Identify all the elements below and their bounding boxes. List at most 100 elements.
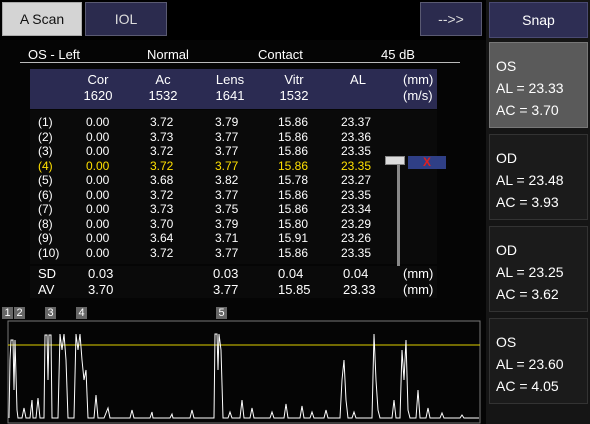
cell-n: (1): [38, 115, 53, 129]
sd-row: SD 0.03 0.03 0.04 0.04 (mm): [30, 266, 437, 282]
gate-marker-2[interactable]: 2: [14, 307, 25, 319]
table-row[interactable]: (4) 0.00 3.72 3.77 15.86 23.35: [30, 158, 437, 173]
tab-a-scan[interactable]: A Scan: [2, 2, 82, 36]
cell-vitr: 15.86: [278, 115, 309, 129]
cell-lens: 3.79: [215, 115, 239, 129]
cell-lens: 3.79: [215, 216, 239, 231]
cell-ac: 3.72: [150, 187, 174, 202]
col-vitr-label: Vitr: [284, 72, 304, 87]
table-row[interactable]: (1) 0.00 3.72 3.79 15.86 23.37: [30, 115, 437, 129]
cell-ac: 3.72: [150, 115, 174, 129]
a-scan-main: OS - Left Normal Contact 45 dB Cor 1620 …: [0, 40, 486, 424]
cell-lens: 3.82: [215, 173, 239, 187]
cell-vitr: 15.86: [278, 187, 309, 202]
table-row[interactable]: (6) 0.00 3.72 3.77 15.86 23.35: [30, 187, 437, 202]
gate-marker-4[interactable]: 4: [76, 307, 87, 319]
gain-label: 45 dB: [381, 47, 415, 62]
col-ac-velocity: 1532: [148, 88, 178, 103]
col-ac-label: Ac: [155, 72, 171, 87]
cell-ac: 3.72: [150, 158, 174, 173]
snap-button[interactable]: Snap: [489, 2, 588, 38]
table-row[interactable]: (8) 0.00 3.70 3.79 15.80 23.29: [30, 216, 437, 231]
cell-cor: 0.00: [86, 245, 110, 260]
card-al: AL = 23.33: [496, 80, 564, 96]
cell-vitr: 15.78: [278, 173, 309, 187]
cell-al: 23.35: [341, 158, 372, 173]
col-cor-label: Cor: [87, 72, 109, 87]
cell-al: 23.35: [341, 187, 372, 202]
cell-cor: 0.00: [86, 158, 110, 173]
cell-al: 23.35: [341, 144, 372, 158]
card-al: AL = 23.25: [496, 264, 564, 280]
method-label: Contact: [258, 47, 303, 62]
cell-al: 23.35: [341, 245, 372, 260]
gate-marker-5[interactable]: 5: [216, 307, 227, 319]
cell-cor: 0.00: [86, 187, 110, 202]
cell-al: 23.29: [341, 216, 372, 231]
divider: [20, 62, 460, 63]
history-card-2[interactable]: OD AL = 23.48 AC = 3.93: [489, 134, 588, 220]
card-al: AL = 23.60: [496, 356, 564, 372]
history-card-3[interactable]: OD AL = 23.25 AC = 3.62: [489, 226, 588, 312]
table-row[interactable]: (2) 0.00 3.73 3.77 15.86 23.36: [30, 129, 437, 144]
waveform-trace: [8, 333, 479, 419]
cell-vitr: 15.86: [278, 158, 309, 173]
cell-al: 23.36: [341, 129, 372, 144]
mode-label: Normal: [147, 47, 189, 62]
cell-lens: 3.77: [215, 187, 239, 202]
cell-n: (6): [38, 187, 53, 202]
table-row[interactable]: (7) 0.00 3.73 3.75 15.86 23.34: [30, 202, 437, 216]
col-lens-velocity: 1641: [215, 88, 245, 103]
cell-n: (5): [38, 173, 53, 187]
table-row[interactable]: (10) 0.00 3.72 3.77 15.86 23.35: [30, 245, 437, 260]
av-unit: (mm): [403, 282, 434, 297]
gate-marker-3[interactable]: 3: [45, 307, 56, 319]
sd-label: SD: [38, 266, 57, 281]
cell-n: (10): [38, 245, 60, 260]
cell-lens: 3.77: [215, 158, 239, 173]
cell-n: (3): [38, 144, 53, 158]
cell-vitr: 15.80: [278, 216, 309, 231]
cell-n: (9): [38, 231, 53, 245]
cell-ac: 3.68: [150, 173, 174, 187]
tab-iol[interactable]: IOL: [85, 2, 167, 36]
card-eye: OS: [496, 334, 517, 350]
card-al: AL = 23.48: [496, 172, 564, 188]
cell-cor: 0.00: [86, 115, 110, 129]
gate-marker-1[interactable]: 1: [2, 307, 13, 319]
history-card-1[interactable]: OS AL = 23.33 AC = 3.70: [489, 42, 588, 128]
cell-al: 23.34: [341, 202, 372, 216]
table-row[interactable]: (9) 0.00 3.64 3.71 15.91 23.26: [30, 231, 437, 245]
av-lens: 3.77: [213, 282, 239, 297]
cell-al: 23.37: [341, 115, 372, 129]
cell-vitr: 15.86: [278, 245, 309, 260]
cell-n: (8): [38, 216, 53, 231]
col-al-label: AL: [350, 72, 366, 87]
card-ac: AC = 3.93: [496, 194, 559, 210]
next-page-button[interactable]: -->>: [420, 2, 482, 36]
cell-ac: 3.72: [150, 144, 174, 158]
waveform-plot: [7, 320, 481, 424]
unit-mm: (mm): [403, 72, 434, 87]
tab-bar: A Scan IOL -->>: [0, 0, 486, 40]
cell-cor: 0.00: [86, 216, 110, 231]
col-vitr-velocity: 1532: [279, 88, 309, 103]
delete-row-button[interactable]: X: [408, 156, 446, 169]
cell-ac: 3.70: [150, 216, 174, 231]
cell-lens: 3.77: [215, 245, 239, 260]
a-scan-waveform[interactable]: 1 2 3 4 5: [0, 300, 486, 424]
sd-lens: 0.03: [213, 266, 239, 281]
cell-al: 23.27: [341, 173, 372, 187]
cell-lens: 3.71: [215, 231, 239, 245]
history-card-4[interactable]: OS AL = 23.60 AC = 4.05: [489, 318, 588, 404]
table-row[interactable]: (5) 0.00 3.68 3.82 15.78 23.27: [30, 173, 437, 187]
unit-ms: (m/s): [403, 88, 433, 103]
row-slider-handle[interactable]: [385, 156, 405, 165]
cell-n: (2): [38, 129, 53, 144]
column-header: Cor 1620 Ac 1532 Lens 1641 Vitr 1532 AL …: [30, 69, 437, 109]
card-eye: OD: [496, 242, 517, 258]
measurement-table: (1) 0.00 3.72 3.79 15.86 23.37 (2) 0.00 3.73 3.77…: [30, 110, 437, 264]
cell-ac: 3.73: [150, 129, 174, 144]
table-row[interactable]: (3) 0.00 3.72 3.77 15.86 23.35: [30, 144, 437, 158]
cell-cor: 0.00: [86, 173, 110, 187]
